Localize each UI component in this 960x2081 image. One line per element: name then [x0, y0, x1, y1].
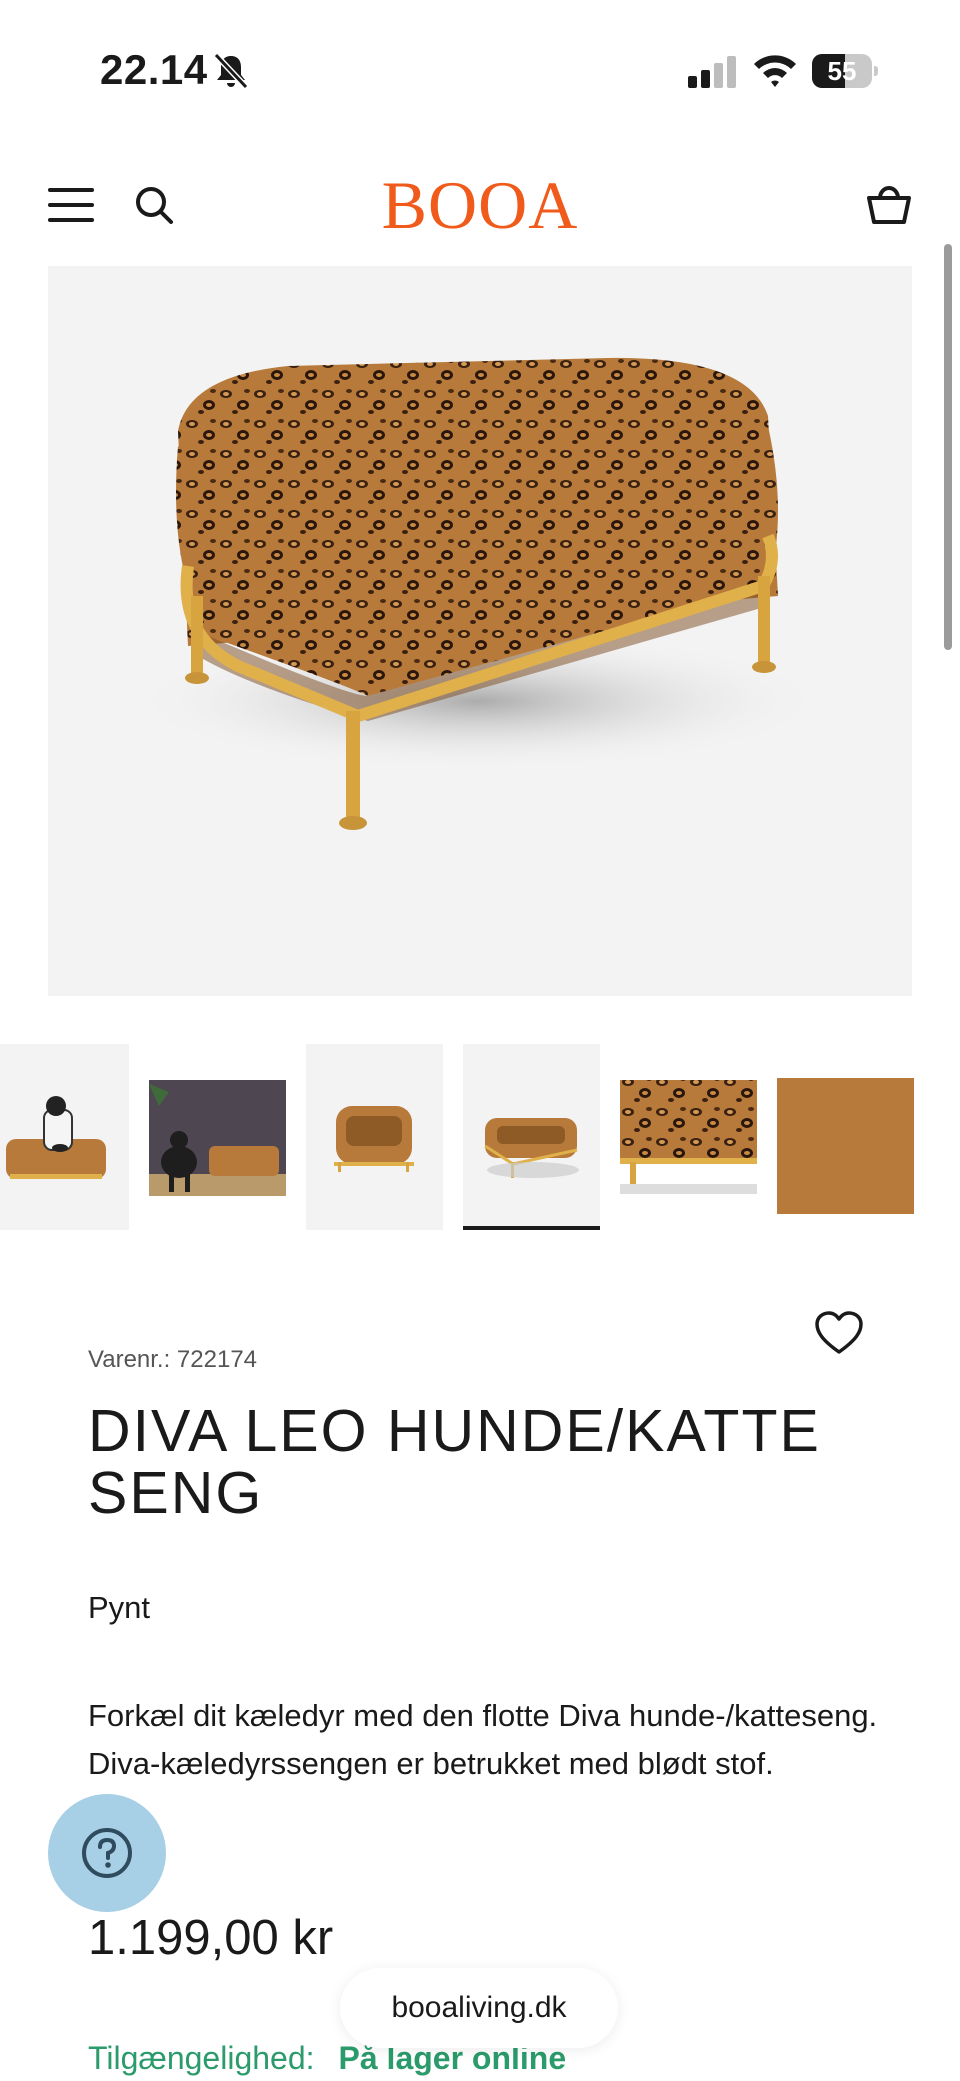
product-main-image[interactable]: [48, 266, 912, 996]
scrollbar[interactable]: [944, 244, 952, 650]
wifi-icon: [754, 55, 796, 87]
battery-icon: 55: [812, 54, 878, 88]
brand-logo[interactable]: BOOA: [340, 170, 620, 240]
search-icon[interactable]: [134, 184, 174, 226]
thumbnail-1[interactable]: [0, 1044, 129, 1230]
thumbnail-3[interactable]: [306, 1044, 443, 1230]
thumbnail-2[interactable]: [149, 1044, 286, 1230]
hamburger-menu-icon[interactable]: [48, 188, 94, 222]
product-description: Forkæl dit kæledyr med den flotte Diva h…: [88, 1698, 878, 1781]
status-bar: 22.14 55: [0, 0, 960, 130]
thumbnail-gallery: [0, 1044, 960, 1230]
product-category[interactable]: Pynt: [88, 1590, 150, 1626]
cellular-signal-icon: [688, 56, 736, 88]
leopard-bed-illustration: [128, 357, 828, 830]
question-mark-icon: [82, 1828, 132, 1878]
availability-label: Tilgængelighed:: [88, 2040, 315, 2076]
site-header: BOOA: [0, 150, 960, 260]
shopping-basket-icon[interactable]: [866, 182, 912, 226]
product-sku: Varenr.: 722174: [88, 1346, 258, 1373]
thumbnail-6[interactable]: [777, 1044, 914, 1230]
heart-icon[interactable]: [814, 1310, 864, 1356]
product-price: 1.199,00 kr: [88, 1911, 334, 1965]
thumbnail-5[interactable]: [620, 1044, 757, 1230]
help-chat-button[interactable]: [48, 1794, 166, 1912]
battery-level: 55: [827, 56, 857, 86]
browser-url-bar[interactable]: booaliving.dk: [340, 1968, 618, 2048]
bell-slash-icon: [213, 52, 249, 90]
product-title: DIVA LEO HUNDE/KATTE SENG: [88, 1398, 821, 1526]
thumbnail-4[interactable]: [463, 1044, 600, 1230]
status-time: 22.14: [100, 46, 208, 93]
